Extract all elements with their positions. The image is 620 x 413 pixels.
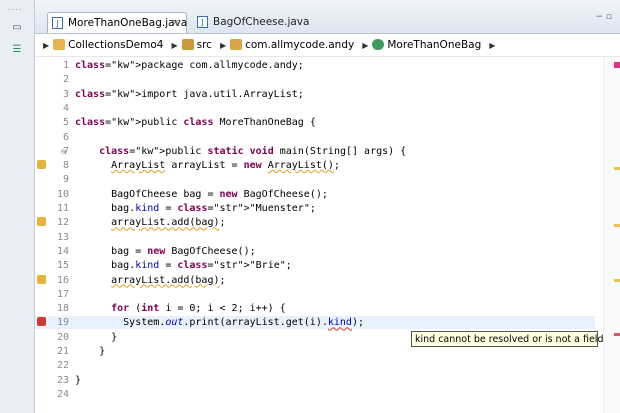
line-number: 2 [62, 74, 69, 86]
code-text[interactable]: class="kw">package com.allmycode.andy; [75, 59, 304, 72]
code-line[interactable]: 22 [35, 359, 595, 372]
java-file-icon: J [197, 16, 208, 28]
line-number: 20 [56, 331, 69, 343]
line-number: 24 [56, 388, 69, 400]
code-line[interactable]: 1 class="kw">package com.allmycode.andy; [35, 59, 595, 72]
tab-bagofcheese[interactable]: J BagOfCheese.java [193, 12, 313, 33]
code-text[interactable]: class="kw">public static void main(Strin… [75, 145, 406, 158]
line-number: 18 [56, 303, 69, 315]
line-number: 17 [56, 288, 69, 300]
breadcrumb-package[interactable]: com.allmycode.andy [230, 34, 354, 56]
line-number: 3 [62, 88, 69, 100]
breadcrumb-class[interactable]: MoreThanOneBag [372, 34, 481, 56]
java-file-icon: J [52, 17, 63, 29]
warning-ruler-mark[interactable] [614, 167, 620, 170]
line-number: 11 [56, 203, 69, 214]
code-text[interactable]: for (int i = 0; i < 2; i++) { [75, 302, 286, 315]
line-number: 13 [56, 231, 69, 243]
code-text[interactable]: bag.kind = class="str">"Muenster"; [75, 202, 316, 215]
package-icon [230, 39, 243, 50]
line-number: 9 [62, 174, 69, 186]
error-tooltip: kind cannot be resolved or is not a fiel… [411, 331, 603, 347]
source-folder-icon [181, 39, 194, 50]
window-controls[interactable]: − ▫ [595, 12, 612, 22]
warning-ruler-mark[interactable] [614, 224, 620, 227]
code-text[interactable]: arrayList.add(bag); [75, 274, 225, 287]
line-number: 4 [62, 102, 69, 114]
code-text[interactable]: } [75, 374, 81, 387]
line-number: 15 [56, 260, 69, 272]
line-number: 6 [62, 131, 69, 143]
code-line[interactable]: 13 [35, 231, 595, 244]
code-line[interactable]: 6 [35, 131, 595, 144]
class-icon [372, 39, 385, 50]
line-number: 12 [56, 217, 69, 229]
code-line[interactable]: 10 BagOfCheese bag = new BagOfCheese(); [35, 188, 595, 201]
overview-ruler[interactable] [603, 57, 620, 413]
code-text[interactable]: ArrayList arrayList = new ArrayList(); [75, 159, 340, 172]
code-line[interactable]: 11 bag.kind = class="str">"Muenster"; [35, 202, 595, 215]
code-text[interactable]: bag.kind = class="str">"Brie"; [75, 259, 292, 272]
breadcrumb: ▶ CollectionsDemo4 ▶ src ▶ com.allmycode.andy… [35, 34, 620, 57]
left-toolbar: .... ▭ ☰ [0, 0, 35, 413]
error-summary-marker[interactable] [614, 62, 620, 68]
hierarchy-icon[interactable]: ☰ [8, 42, 26, 58]
code-line[interactable]: 23} [35, 374, 595, 387]
error-ruler-mark[interactable] [614, 333, 620, 336]
line-number: 14 [56, 245, 69, 257]
breadcrumb-src[interactable]: src [181, 34, 212, 56]
code-text[interactable]: } [75, 331, 117, 344]
line-number: 16 [56, 274, 69, 286]
tab-morethanonebag[interactable]: J MoreThanOneBag.java ✕ [47, 12, 187, 33]
line-number: 19 [56, 317, 69, 329]
code-line[interactable]: 12 arrayList.add(bag); [35, 216, 595, 229]
tab-label: MoreThanOneBag.java [68, 17, 188, 29]
code-line[interactable]: 24 [35, 388, 595, 401]
chevron-right-icon[interactable]: ▶ [220, 41, 226, 50]
editor-tab-bar: J MoreThanOneBag.java ✕ J BagOfCheese.ja… [35, 0, 620, 34]
chevron-right-icon[interactable]: ▶ [43, 41, 49, 50]
chevron-right-icon[interactable]: ▶ [171, 41, 177, 50]
restore-icon[interactable]: ▭ [8, 20, 26, 36]
code-line[interactable]: 9 [35, 173, 595, 186]
tab-label: BagOfCheese.java [213, 16, 310, 28]
line-number: 8 [62, 160, 69, 172]
line-number: 1 [62, 60, 69, 71]
code-text[interactable]: class="kw">public class MoreThanOneBag { [75, 116, 316, 129]
code-text[interactable]: arrayList.add(bag); [75, 216, 225, 229]
line-number: 21 [56, 346, 69, 357]
breadcrumb-project[interactable]: CollectionsDemo4 [53, 34, 163, 56]
code-line[interactable]: 16 arrayList.add(bag); [35, 274, 595, 287]
code-line[interactable]: 3 class="kw">import java.util.ArrayList; [35, 88, 595, 101]
code-line[interactable]: 8 ArrayList arrayList = new ArrayList(); [35, 159, 595, 172]
code-line[interactable]: 14 bag = new BagOfCheese(); [35, 245, 595, 258]
code-text[interactable]: BagOfCheese bag = new BagOfCheese(); [75, 188, 328, 201]
code-line[interactable]: 19 System.out.print(arrayList.get(i).kin… [35, 316, 595, 330]
code-line[interactable]: 17 [35, 288, 595, 301]
warning-ruler-mark[interactable] [614, 279, 620, 282]
code-text[interactable]: } [75, 345, 105, 358]
close-icon[interactable]: ✕ [172, 13, 180, 34]
code-line[interactable]: 18 for (int i = 0; i < 2; i++) { [35, 302, 595, 315]
code-line[interactable]: 15 bag.kind = class="str">"Brie"; [35, 259, 595, 272]
code-text[interactable]: class="kw">import java.util.ArrayList; [75, 88, 304, 101]
code-line[interactable]: ⊖ 7 class="kw">public static void main(St… [35, 145, 595, 158]
line-number: 5 [62, 117, 69, 129]
code-text[interactable]: bag = new BagOfCheese(); [75, 245, 256, 258]
chevron-right-icon[interactable]: ▶ [362, 41, 368, 50]
drag-grip[interactable]: .... [8, 3, 22, 12]
line-number: 10 [56, 188, 69, 200]
line-number: 7 [62, 145, 69, 157]
project-icon [53, 39, 66, 50]
code-text[interactable]: System.out.print(arrayList.get(i).kind); [75, 316, 364, 329]
chevron-right-icon[interactable]: ▶ [489, 41, 495, 50]
line-number: 23 [56, 374, 69, 386]
code-line[interactable]: 5 class="kw">public class MoreThanOneBag … [35, 116, 595, 129]
code-editor[interactable]: 1 class="kw">package com.allmycode.andy; 2… [35, 57, 602, 413]
code-line[interactable]: 2 [35, 73, 595, 86]
line-number: 22 [56, 360, 69, 372]
code-line[interactable]: 4 [35, 102, 595, 115]
